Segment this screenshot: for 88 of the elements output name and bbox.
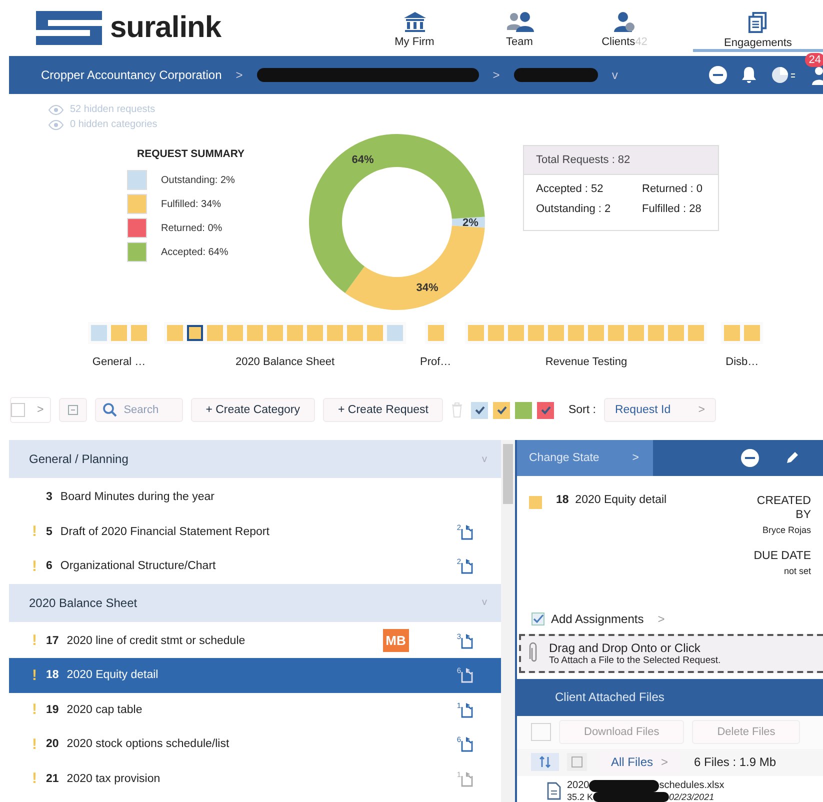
flag-mark: ! xyxy=(32,736,38,753)
creator-name: Bryce Rojas xyxy=(762,525,811,535)
user-icon[interactable] xyxy=(809,65,823,85)
dropdown-caret[interactable]: v xyxy=(612,68,618,82)
slice-label: 2% xyxy=(462,217,478,230)
category-label: Prof… xyxy=(420,356,452,368)
due-date-value: not set xyxy=(784,566,811,576)
request-title: 18 2020 Equity detail xyxy=(556,494,668,506)
slice-label: 34% xyxy=(416,282,438,294)
summary-title: REQUEST SUMMARY xyxy=(137,148,246,160)
nav-tab[interactable]: My Firm xyxy=(362,4,467,52)
status-filter-checkbox[interactable] xyxy=(493,402,510,418)
section-header: Client Attached Files xyxy=(517,678,823,716)
assignee-badge: MB xyxy=(382,629,409,652)
eye-icon xyxy=(48,104,64,114)
category-header[interactable]: 2020 Balance Sheet v xyxy=(9,584,501,622)
breadcrumb-separator: > xyxy=(492,68,500,82)
sort-icon[interactable] xyxy=(531,753,559,772)
total-stat: Fulfilled : 28 xyxy=(642,203,702,215)
nav-tab[interactable]: Engagements xyxy=(693,4,823,52)
totals-title: Total Requests : 82 xyxy=(524,146,718,175)
legend-label: Accepted: 64% xyxy=(161,246,228,258)
paperclip-icon xyxy=(529,642,539,664)
redaction-mark xyxy=(589,780,660,792)
due-date-label: DUE DATE xyxy=(754,549,811,563)
category-header[interactable]: General / Planning v xyxy=(9,440,501,478)
minus-circle-icon[interactable] xyxy=(741,449,759,467)
search-field[interactable]: Search xyxy=(94,398,183,422)
flag-mark: ! xyxy=(32,632,38,650)
created-by-label: CREATED xyxy=(756,494,811,508)
bank-icon xyxy=(404,12,426,32)
file-name[interactable]: 2020 xyxy=(567,780,590,792)
request-square[interactable] xyxy=(187,325,203,341)
notification-badge: 24 xyxy=(804,53,823,67)
total-stat: Accepted : 52 xyxy=(536,183,604,195)
document-icon xyxy=(547,782,561,800)
flag-mark: ! xyxy=(32,558,38,575)
collapse-button[interactable] xyxy=(58,398,87,422)
search-icon xyxy=(102,403,117,417)
file-drop-zone[interactable]: Drag and Drop Onto or Click To Attach a File to the Selected Request. xyxy=(519,634,823,673)
legend-label: Returned: 0% xyxy=(161,222,222,234)
flag-mark: ! xyxy=(32,666,38,684)
brand-name: suralink xyxy=(110,11,222,45)
request-row[interactable]: 3 Board Minutes during the year xyxy=(9,480,501,514)
person-check-icon xyxy=(614,12,636,32)
trash-icon[interactable] xyxy=(451,402,464,418)
status-filter-checkbox[interactable] xyxy=(515,402,532,418)
category-label: General … xyxy=(92,356,146,368)
category-label: 2020 Balance Sheet xyxy=(235,356,335,368)
eye-icon xyxy=(48,120,64,130)
scrollbar[interactable] xyxy=(501,440,515,802)
people-icon xyxy=(506,12,534,32)
breadcrumb-link[interactable]: Cropper Accountancy Corporation xyxy=(41,68,222,82)
flag-mark: ! xyxy=(32,701,38,718)
slice-label: 64% xyxy=(352,154,374,166)
sort-label: Sort : xyxy=(568,404,596,416)
sort-dropdown[interactable]: Request Id > xyxy=(604,398,716,422)
breadcrumb-separator: > xyxy=(236,68,243,82)
add-assignments-button[interactable]: Add Assignments > xyxy=(531,612,665,626)
create-button[interactable]: + Create Request xyxy=(323,398,444,422)
select-all-checkbox[interactable] xyxy=(531,723,551,742)
bell-icon[interactable] xyxy=(741,66,757,84)
documents-icon xyxy=(748,12,768,33)
minus-square-icon xyxy=(68,405,78,415)
file-date: 02/23/2021 xyxy=(669,792,714,802)
pie-chart-icon[interactable] xyxy=(771,66,795,84)
create-button[interactable]: + Create Category xyxy=(190,398,316,422)
file-name[interactable]: schedules.xlsx xyxy=(659,780,724,792)
legend-label: Outstanding: 2% xyxy=(161,174,235,186)
logo-icon xyxy=(36,11,102,45)
category-label: Revenue Testing xyxy=(545,356,628,368)
created-by-label: BY xyxy=(796,508,811,522)
status-filter-checkbox[interactable] xyxy=(537,402,554,418)
nav-tab[interactable]: Team xyxy=(467,4,572,52)
category-label: Disb… xyxy=(726,356,759,368)
minus-circle-icon[interactable] xyxy=(709,66,727,84)
list-icon[interactable] xyxy=(567,753,587,772)
select-all-checkbox[interactable] xyxy=(11,403,25,417)
checkbox-icon xyxy=(531,612,545,626)
flag-mark: ! xyxy=(32,523,38,540)
total-stat: Returned : 0 xyxy=(642,183,704,195)
total-stat: Outstanding : 2 xyxy=(536,203,612,215)
file-size: 35.2 K xyxy=(567,792,594,802)
legend-label: Fulfilled: 34% xyxy=(161,198,222,210)
status-filter-checkbox[interactable] xyxy=(471,402,488,418)
flag-mark: ! xyxy=(32,770,38,788)
pencil-icon[interactable] xyxy=(785,451,799,465)
files-summary: 6 Files : 1.9 Mb xyxy=(694,755,776,770)
